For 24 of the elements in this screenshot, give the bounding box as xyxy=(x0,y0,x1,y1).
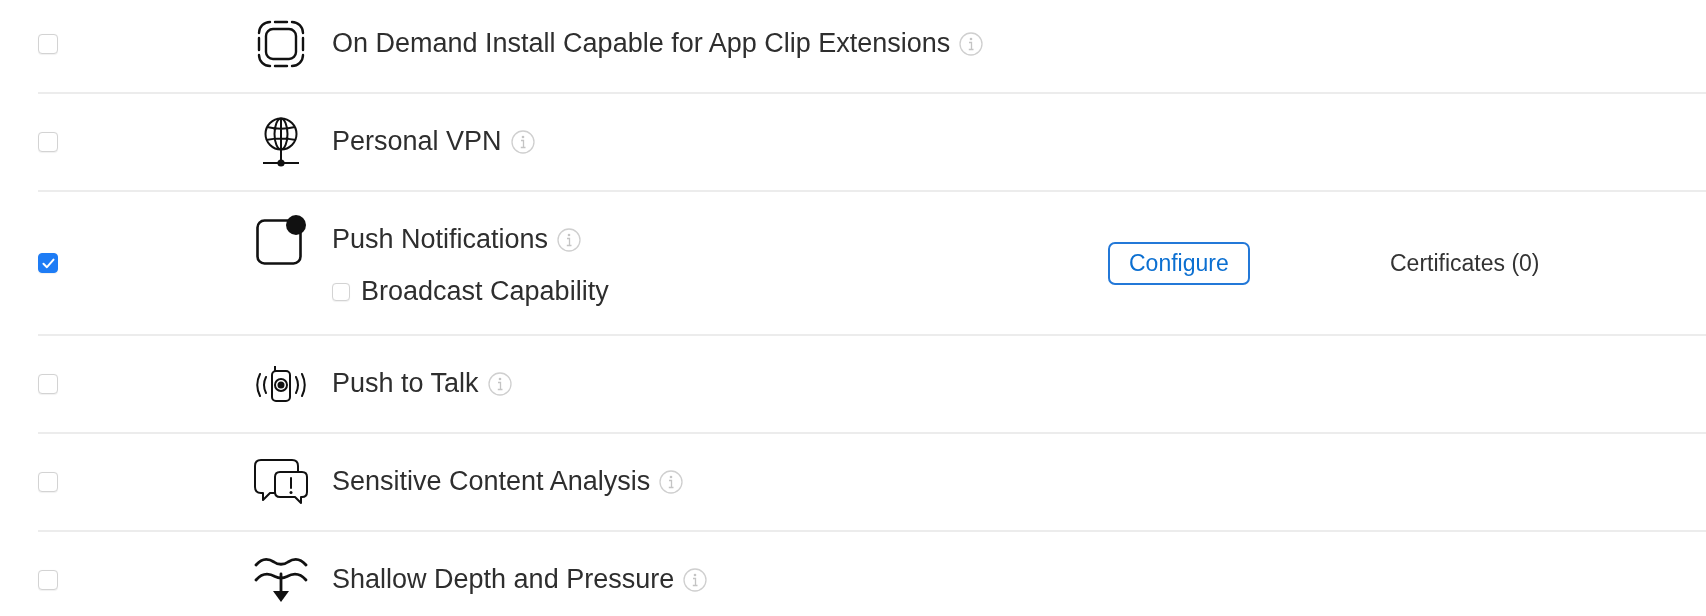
capability-name: Push to Talk xyxy=(332,368,479,400)
option-label: Broadcast Capability xyxy=(361,276,609,308)
info-icon[interactable] xyxy=(959,32,984,56)
info-icon[interactable] xyxy=(487,372,512,396)
speech-bubbles-exclamation-icon xyxy=(254,459,308,505)
info-icon[interactable] xyxy=(659,470,684,494)
enable-checkbox[interactable] xyxy=(38,253,58,273)
waves-down-arrow-icon xyxy=(254,557,308,603)
capability-name: Sensitive Content Analysis xyxy=(332,466,651,498)
capability-name: Personal VPN xyxy=(332,126,502,158)
configure-button[interactable]: Configure xyxy=(1108,241,1250,285)
info-icon[interactable] xyxy=(683,568,708,592)
walkie-talkie-icon xyxy=(253,366,309,402)
info-icon[interactable] xyxy=(510,130,535,154)
globe-on-network-icon xyxy=(262,117,300,167)
capability-name: Shallow Depth and Pressure xyxy=(332,564,675,596)
capability-name: On Demand Install Capable for App Clip Extensions xyxy=(332,28,951,60)
option-checkbox[interactable] xyxy=(332,283,350,301)
checkmark-icon xyxy=(41,257,55,269)
certificates-count: Certificates (0) xyxy=(1390,249,1540,277)
app-badge-icon xyxy=(256,215,306,265)
info-icon[interactable] xyxy=(557,228,582,252)
capability-name: Push Notifications xyxy=(332,224,549,256)
dashed-rounded-square-icon xyxy=(257,20,305,68)
